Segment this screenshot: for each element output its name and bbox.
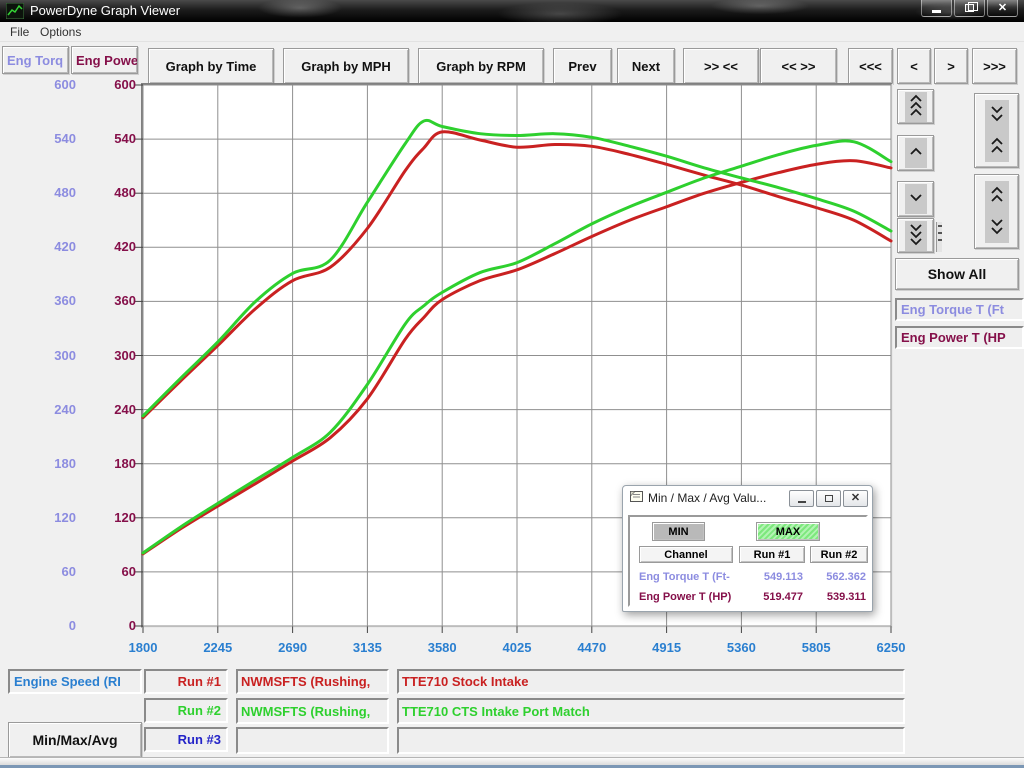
minmax-window-icon: [630, 491, 643, 505]
scroll-fast-left-button[interactable]: <<<: [848, 48, 893, 84]
scroll-up-button[interactable]: [897, 135, 934, 171]
y-axis-power-tick: 60: [66, 563, 136, 581]
minmax-avg-button[interactable]: Min/Max/Avg: [8, 722, 142, 758]
zoom-out-x-button[interactable]: << >>: [760, 48, 837, 84]
x-axis-tick: 2245: [188, 639, 248, 657]
restore-button[interactable]: [954, 0, 985, 17]
table-cell-power-channel: Eng Power T (HP): [639, 591, 749, 603]
scroll-right-button[interactable]: >: [934, 48, 968, 84]
menu-file[interactable]: File: [10, 25, 29, 39]
minmax-close-button[interactable]: ✕: [843, 490, 868, 507]
column-header-run2[interactable]: Run #2: [810, 546, 868, 563]
y-axis-power-tick: 300: [66, 347, 136, 365]
app-icon: [6, 3, 24, 19]
table-cell-torque-channel: Eng Torque T (Ft-: [639, 571, 739, 583]
minmax-restore-button[interactable]: [816, 490, 841, 507]
next-button[interactable]: Next: [617, 48, 675, 84]
x-axis-tick: 4470: [562, 639, 622, 657]
max-toggle-button[interactable]: MAX: [756, 522, 820, 541]
x-axis-tick: 4025: [487, 639, 547, 657]
menu-bar: File Options: [0, 22, 1024, 42]
run3-description-field[interactable]: [397, 727, 905, 754]
run2-label: Run #2: [144, 698, 228, 723]
y-axis-power-tick: 480: [66, 184, 136, 202]
run3-label: Run #3: [144, 727, 228, 752]
min-toggle-button[interactable]: MIN: [652, 522, 705, 541]
y-axis-power-tick: 540: [66, 130, 136, 148]
channel-button-torque[interactable]: Eng Torq: [2, 46, 69, 74]
zoom-out-y-button[interactable]: [974, 174, 1019, 249]
title-bar: PowerDyne Graph Viewer ✕: [0, 0, 1024, 22]
close-icon: ✕: [851, 493, 860, 504]
y-axis-power-tick: 360: [66, 292, 136, 310]
column-header-channel[interactable]: Channel: [639, 546, 733, 563]
column-header-run1[interactable]: Run #1: [739, 546, 805, 563]
minmax-title-bar[interactable]: Min / Max / Avg Valu... ✕: [623, 486, 872, 510]
powerdyne-window: { "window": { "title": "PowerDyne Graph …: [0, 0, 1024, 768]
graph-by-time-button[interactable]: Graph by Time: [148, 48, 274, 84]
scroll-down-button[interactable]: [897, 181, 934, 217]
restore-icon: [965, 4, 974, 12]
x-axis-tick: 5360: [711, 639, 771, 657]
run1-description-field[interactable]: TTE710 Stock Intake: [397, 669, 905, 694]
minmax-window-title: Min / Max / Avg Valu...: [648, 491, 766, 505]
x-axis-tick: 1800: [113, 639, 173, 657]
run1-label: Run #1: [144, 669, 228, 694]
minmax-window[interactable]: Min / Max / Avg Valu... ✕ MIN MAX Channe…: [622, 485, 873, 612]
y-axis-power-tick: 240: [66, 401, 136, 419]
graph-by-rpm-button[interactable]: Graph by RPM: [418, 48, 544, 84]
minimize-button[interactable]: [921, 0, 952, 17]
table-cell-power-run1: 519.477: [739, 591, 803, 603]
x-axis-channel-box: Engine Speed (RI: [8, 669, 142, 694]
scroll-down-fast-button[interactable]: [897, 218, 934, 253]
run2-file-field[interactable]: NWMSFTS (Rushing,: [236, 698, 389, 724]
minmax-panel: MIN MAX Channel Run #1 Run #2 Eng Torque…: [628, 515, 868, 607]
legend-power-label: Eng Power T (HP: [895, 326, 1024, 349]
channel-button-power[interactable]: Eng Powe: [71, 46, 138, 74]
y-axis-power-tick: 120: [66, 509, 136, 527]
window-title: PowerDyne Graph Viewer: [30, 3, 180, 18]
table-cell-power-run2: 539.311: [810, 591, 866, 603]
legend-torque-label: Eng Torque T (Ft: [895, 298, 1024, 321]
x-axis-tick: 3580: [412, 639, 472, 657]
y-axis-power-tick: 0: [66, 617, 136, 635]
close-icon: ✕: [998, 3, 1007, 14]
zoom-in-y-button[interactable]: [974, 93, 1019, 168]
scroll-left-button[interactable]: <: [897, 48, 931, 84]
minmax-minimize-button[interactable]: [789, 490, 814, 507]
y-axis-power-tick: 600: [66, 76, 136, 94]
x-axis-tick: 4915: [637, 639, 697, 657]
run1-file-field[interactable]: NWMSFTS (Rushing,: [236, 669, 389, 694]
status-bar: [0, 757, 1024, 765]
minimize-icon: [798, 501, 806, 503]
run3-file-field[interactable]: [236, 727, 389, 754]
x-axis-tick: 6250: [861, 639, 921, 657]
show-all-button[interactable]: Show All: [895, 258, 1019, 290]
table-cell-torque-run1: 549.113: [739, 571, 803, 583]
run2-description-field[interactable]: TTE710 CTS Intake Port Match: [397, 698, 905, 724]
x-axis-tick: 3135: [337, 639, 397, 657]
x-axis-tick: 5805: [786, 639, 846, 657]
zoom-in-x-button[interactable]: >> <<: [683, 48, 759, 84]
minimize-icon: [932, 10, 941, 13]
scroll-up-fast-button[interactable]: [897, 89, 934, 124]
scroll-fast-right-button[interactable]: >>>: [972, 48, 1017, 84]
menu-options[interactable]: Options: [40, 25, 81, 39]
x-axis-tick: 2690: [263, 639, 323, 657]
y-axis-power-tick: 180: [66, 455, 136, 473]
hidden-button-fragment: [936, 222, 942, 252]
restore-icon: [825, 495, 833, 502]
table-cell-torque-run2: 562.362: [810, 571, 866, 583]
graph-by-mph-button[interactable]: Graph by MPH: [283, 48, 409, 84]
y-axis-power-tick: 420: [66, 238, 136, 256]
close-button[interactable]: ✕: [987, 0, 1018, 17]
prev-button[interactable]: Prev: [553, 48, 612, 84]
